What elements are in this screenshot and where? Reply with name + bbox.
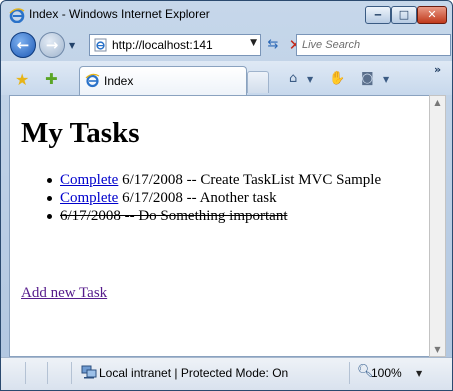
minimize-icon: ‒ [374, 8, 382, 21]
home-icon[interactable]: ⌂ [289, 71, 297, 86]
forward-arrow-icon: → [45, 36, 59, 54]
new-tab-button[interactable] [247, 71, 269, 93]
task-item: Complete 6/17/2008 -- Create TaskList MV… [47, 171, 382, 189]
back-arrow-icon: ← [16, 36, 30, 54]
tab-index[interactable]: Index [79, 66, 247, 95]
close-icon: ✕ [427, 8, 437, 21]
navigation-bar: ← → ▼ http://localhost:141 ▼ ⇆ ✕ Live Se… [1, 29, 452, 61]
title-bar: Index - Windows Internet Explorer ‒ □ ✕ [1, 1, 452, 29]
page-content: My Tasks Complete 6/17/2008 -- Create Ta… [9, 95, 429, 357]
search-box[interactable]: Live Search [296, 34, 451, 56]
feed-icon[interactable]: ◙ [361, 71, 374, 86]
page-icon [94, 38, 107, 52]
home-dropdown-icon[interactable]: ▼ [307, 75, 313, 84]
zoom-level[interactable]: 100% [371, 366, 402, 380]
task-list: Complete 6/17/2008 -- Create TaskList MV… [47, 171, 382, 225]
feed-dropdown-icon[interactable]: ▼ [383, 75, 389, 84]
intranet-zone-icon[interactable] [81, 365, 97, 379]
status-divider [25, 362, 26, 384]
tab-bar: ★ ✚ Index ⌂ ▼ ✋ ◙ ▼ » [1, 61, 452, 95]
task-item: Complete 6/17/2008 -- Another task [47, 189, 381, 207]
ie-logo-icon [9, 8, 25, 23]
add-new-task-link[interactable]: Add new Task [21, 285, 107, 302]
maximize-button[interactable]: □ [391, 6, 417, 24]
recent-pages-dropdown-icon[interactable]: ▼ [69, 41, 75, 50]
bullet-icon [47, 178, 52, 183]
window-title: Index - Windows Internet Explorer [29, 7, 210, 21]
scroll-up-icon[interactable]: ▲ [430, 98, 445, 107]
favorites-star-icon[interactable]: ★ [15, 70, 29, 89]
tab-label: Index [104, 74, 134, 88]
task-text: 6/17/2008 -- Another task [122, 190, 277, 206]
browser-window: Index - Windows Internet Explorer ‒ □ ✕ … [0, 0, 453, 391]
complete-link[interactable]: Complete [60, 190, 118, 206]
address-dropdown-icon[interactable]: ▼ [250, 38, 257, 48]
maximize-icon: □ [398, 8, 410, 21]
close-button[interactable]: ✕ [417, 6, 447, 24]
status-bar: Local intranet | Protected Mode: On 🔍︎ 1… [1, 357, 452, 390]
bullet-icon [47, 214, 52, 219]
status-divider [71, 362, 72, 384]
minimize-button[interactable]: ‒ [365, 6, 391, 24]
add-favorite-icon[interactable]: ✚ [45, 70, 58, 88]
task-text: 6/17/2008 -- Do Something important [60, 208, 288, 224]
task-item-completed: 6/17/2008 -- Do Something important [47, 207, 381, 225]
status-divider [47, 362, 48, 384]
address-url: http://localhost:141 [112, 38, 213, 52]
address-bar[interactable]: http://localhost:141 ▼ [89, 34, 261, 56]
bullet-icon [47, 196, 52, 201]
research-hand-icon[interactable]: ✋ [329, 71, 345, 86]
scroll-down-icon[interactable]: ▼ [430, 345, 445, 354]
more-tools-chevron-icon[interactable]: » [434, 63, 441, 76]
forward-button[interactable]: → [39, 32, 65, 58]
security-zone-text[interactable]: Local intranet | Protected Mode: On [99, 366, 288, 380]
ie-page-icon [85, 73, 100, 88]
search-placeholder: Live Search [302, 39, 361, 51]
page-title: My Tasks [21, 117, 140, 149]
back-button[interactable]: ← [10, 32, 36, 58]
refresh-icon[interactable]: ⇆ [263, 35, 283, 55]
status-divider [349, 362, 350, 384]
zoom-dropdown-icon[interactable]: ▼ [416, 369, 422, 378]
vertical-scrollbar[interactable]: ▲ ▼ [429, 95, 446, 357]
complete-link[interactable]: Complete [60, 172, 118, 188]
task-text: 6/17/2008 -- Create TaskList MVC Sample [122, 172, 382, 188]
